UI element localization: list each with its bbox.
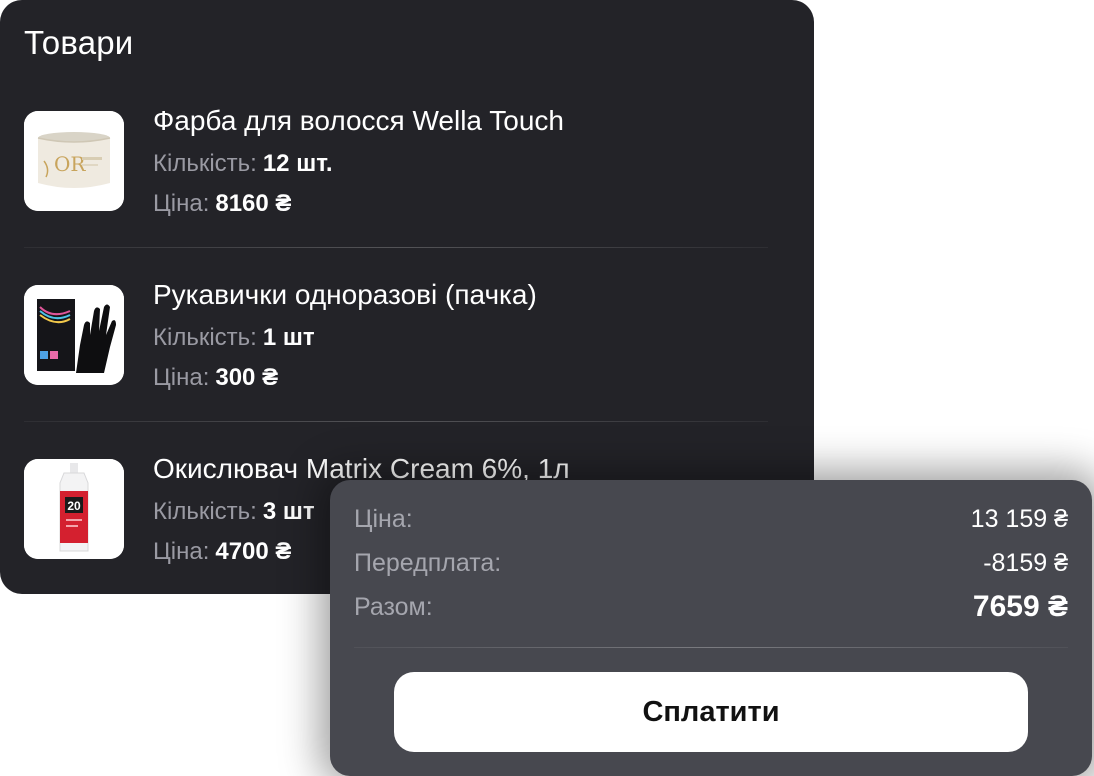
quantity-label: Кількість: <box>153 498 257 525</box>
price-value: 8160 ₴ <box>215 190 292 217</box>
black-gloves-box-icon <box>24 285 124 385</box>
summary-price-row: Ціна: 13 159 ₴ <box>354 502 1068 536</box>
price-label: Ціна: <box>153 364 210 391</box>
price-value: 4700 ₴ <box>215 538 292 565</box>
product-name: Фарба для волосся Wella Touch <box>153 105 564 136</box>
products-title: Товари <box>24 24 134 61</box>
product-quantity-row: Кількість: 3 шт <box>153 497 315 527</box>
product-price-row: Ціна: 4700 ₴ <box>153 537 291 567</box>
summary-price-label: Ціна: <box>354 505 413 533</box>
product-item[interactable]: Рукавички одноразові (пачка) Кількість: 1… <box>0 279 814 415</box>
oxidant-bottle-icon: 20 <box>24 459 124 559</box>
product-price-row: Ціна: 8160 ₴ <box>153 189 291 219</box>
item-divider <box>24 247 768 248</box>
summary-total-label: Разом: <box>354 593 433 621</box>
quantity-value: 3 шт <box>262 498 315 525</box>
quantity-value: 12 шт. <box>262 150 333 177</box>
product-price-row: Ціна: 300 ₴ <box>153 363 278 393</box>
hair-dye-jar-icon: OR <box>24 111 124 211</box>
summary-total-value: 7659 ₴ <box>972 590 1068 623</box>
product-quantity-row: Кількість: 1 шт <box>153 323 315 353</box>
summary-prepayment-label: Передплата: <box>354 549 502 577</box>
pay-button[interactable]: Сплатити <box>394 672 1028 752</box>
order-summary-card: Ціна: 13 159 ₴ Передплата: -8159 ₴ Разом… <box>330 480 1092 776</box>
price-value: 300 ₴ <box>215 364 279 391</box>
svg-text:OR: OR <box>54 152 86 176</box>
summary-total-row: Разом: 7659 ₴ <box>354 590 1068 624</box>
item-divider <box>24 421 768 422</box>
quantity-label: Кількість: <box>153 324 257 351</box>
product-item[interactable]: OR Фарба для волосся Wella Touch Кількіс… <box>0 105 814 241</box>
price-label: Ціна: <box>153 190 210 217</box>
price-label: Ціна: <box>153 538 210 565</box>
summary-prepayment-row: Передплата: -8159 ₴ <box>354 546 1068 580</box>
product-name: Рукавички одноразові (пачка) <box>153 279 537 310</box>
order-screen: Товари OR Фарба для волосся Wella Touch … <box>0 0 1094 776</box>
summary-price-value: 13 159 ₴ <box>970 505 1068 533</box>
product-quantity-row: Кількість: 12 шт. <box>153 149 333 179</box>
svg-text:20: 20 <box>67 499 81 513</box>
quantity-value: 1 шт <box>262 324 315 351</box>
quantity-label: Кількість: <box>153 150 257 177</box>
summary-divider <box>354 647 1068 648</box>
summary-prepayment-value: -8159 ₴ <box>983 549 1068 577</box>
